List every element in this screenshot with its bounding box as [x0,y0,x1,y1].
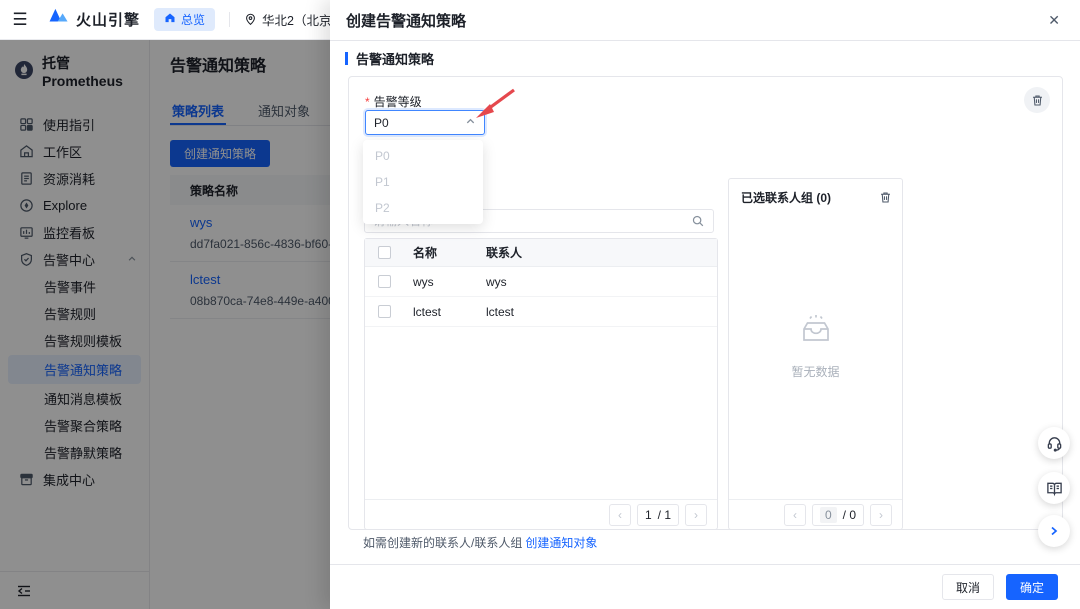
headset-icon [1046,435,1063,452]
next-page-button[interactable]: › [870,504,892,526]
contact-row[interactable]: wys wys [365,267,717,297]
trash-icon [879,191,892,204]
hint-text: 如需创建新的联系人/联系人组 [363,536,522,550]
section-title-text: 告警通知策略 [356,49,434,68]
chevron-up-icon [465,116,476,130]
create-target-hint: 如需创建新的联系人/联系人组创建通知对象 [363,534,597,551]
brand-name: 火山引擎 [76,9,140,30]
overview-badge-label: 总览 [181,11,205,28]
cancel-button[interactable]: 取消 [942,574,994,600]
support-button[interactable] [1038,427,1070,459]
alert-level-value: P0 [374,116,389,130]
clear-selected-button[interactable] [879,191,892,204]
confirm-button[interactable]: 确定 [1006,574,1058,600]
contact-table-header: 名称 联系人 [365,239,717,267]
selected-groups-panel: 已选联系人组 (0) 暂无数据 ‹ 0 [728,178,903,530]
row-checkbox[interactable] [378,275,391,288]
contact-person: lctest [486,305,717,319]
contact-row[interactable]: lctest lctest [365,297,717,327]
overview-badge[interactable]: 总览 [154,8,215,31]
alert-level-select[interactable]: P0 [365,110,485,135]
search-icon[interactable] [691,214,705,228]
page-total: / 1 [658,508,671,522]
prev-page-button[interactable]: ‹ [784,504,806,526]
contact-table-pagination: ‹ 1 / 1 › [365,499,717,529]
option-p0[interactable]: P0 [363,143,483,169]
contact-person: wys [486,275,717,289]
drawer-title: 创建告警通知策略 [346,10,466,31]
option-p2[interactable]: P2 [363,195,483,221]
alert-level-label: * 告警等级 [365,93,422,110]
page: ☰ 火山引擎 总览 华北2（北京） 托管 Prometheus [0,0,1080,609]
page-current: 1 [645,508,652,522]
required-asterisk: * [365,95,370,109]
section-accent-bar [345,52,348,65]
column-contact: 联系人 [486,244,717,261]
prev-page-button[interactable]: ‹ [609,504,631,526]
section-title: 告警通知策略 [345,49,434,68]
volcano-logo-icon [48,8,70,31]
expand-panel-button[interactable] [1038,515,1070,547]
chevron-right-icon [1048,525,1060,537]
delete-card-button[interactable] [1024,87,1050,113]
row-checkbox[interactable] [378,305,391,318]
page-indicator[interactable]: 1 / 1 [637,504,679,526]
contact-name: lctest [391,305,486,319]
column-name: 名称 [391,244,486,261]
option-p1[interactable]: P1 [363,169,483,195]
selected-panel-title: 已选联系人组 (0) [741,189,831,206]
page-total: / 0 [843,508,856,522]
drawer-header: 创建告警通知策略 ✕ [330,0,1080,41]
alert-level-dropdown: P0 P1 P2 [363,140,483,224]
home-icon [164,12,176,27]
location-pin-icon [244,13,257,26]
page-indicator[interactable]: 0 / 0 [812,504,864,526]
docs-button[interactable] [1038,472,1070,504]
brand-logo: 火山引擎 [48,8,140,31]
selected-panel-pagination: ‹ 0 / 0 › [729,499,902,529]
trash-icon [1031,94,1044,107]
modal-dim-overlay [0,40,330,609]
drawer-footer: 取消 确定 [330,564,1080,609]
empty-state-text: 暂无数据 [729,363,902,380]
close-icon[interactable]: ✕ [1044,8,1064,33]
empty-state: 暂无数据 [729,314,902,380]
select-all-checkbox[interactable] [378,246,391,259]
contact-group-table: 名称 联系人 wys wys lctest lctest ‹ 1 [364,238,718,530]
hamburger-menu-icon[interactable]: ☰ [0,10,40,30]
create-notify-target-link[interactable]: 创建通知对象 [525,536,597,550]
topbar-divider [229,12,230,27]
book-icon [1046,480,1063,497]
empty-inbox-icon [797,314,835,346]
alert-level-label-text: 告警等级 [374,95,422,109]
selected-panel-header: 已选联系人组 (0) [729,179,902,206]
page-current: 0 [820,507,837,523]
contact-name: wys [391,275,486,289]
next-page-button[interactable]: › [685,504,707,526]
create-policy-drawer: 创建告警通知策略 ✕ 告警通知策略 * 告警等级 P0 [330,0,1080,609]
